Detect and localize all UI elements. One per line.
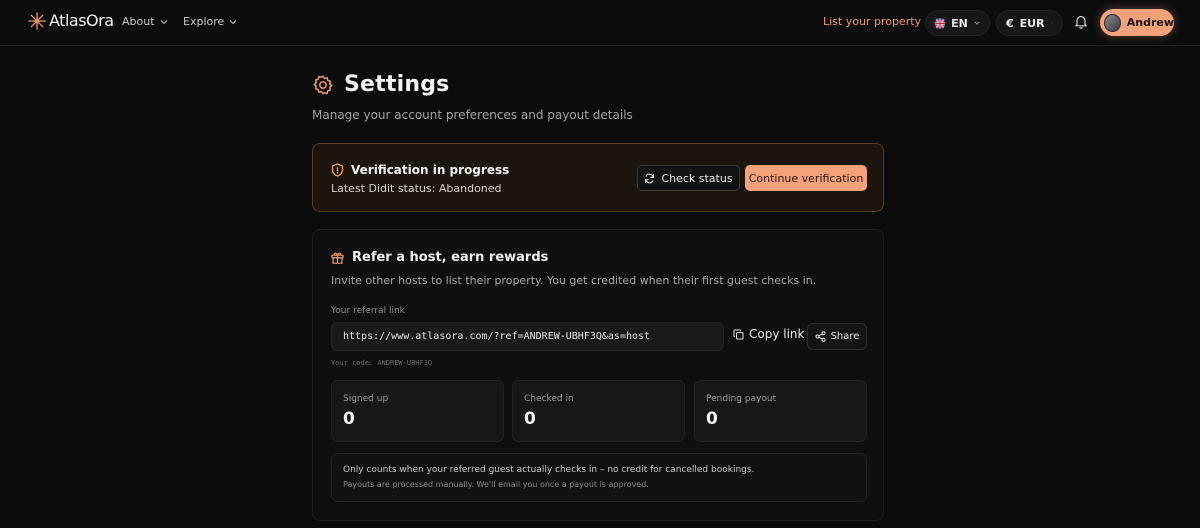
language-label: EN <box>951 16 968 30</box>
brand-name: AtlasOra <box>49 11 114 30</box>
shield-icon <box>331 163 344 177</box>
user-menu-button[interactable]: Andrew <box>1100 9 1174 36</box>
copy-link-button[interactable]: Copy link <box>733 327 804 341</box>
stat-pending-payout: Pending payout 0 <box>694 380 867 442</box>
nav-explore-label: Explore <box>183 15 225 28</box>
check-status-label: Check status <box>661 171 733 185</box>
stat-value: 0 <box>343 409 355 429</box>
referral-link-label: Your referral link <box>331 306 405 316</box>
brand-star-icon <box>28 11 46 30</box>
stat-label: Pending payout <box>706 394 777 404</box>
nav-about-label: About <box>122 15 155 28</box>
nav-explore[interactable]: Explore <box>183 15 237 28</box>
continue-verification-button[interactable]: Continue verification <box>745 165 867 191</box>
nav-about[interactable]: About <box>122 15 168 28</box>
currency-symbol: € <box>1006 16 1014 30</box>
page-header: Settings Manage your account preferences… <box>312 72 633 122</box>
uk-flag-icon <box>935 17 946 29</box>
stat-label: Signed up <box>343 394 389 404</box>
page-subtitle: Manage your account preferences and payo… <box>312 108 633 122</box>
stat-value: 0 <box>706 409 718 429</box>
stat-signed-up: Signed up 0 <box>331 380 504 442</box>
list-property-link[interactable]: List your property <box>823 15 921 28</box>
referral-link-field[interactable]: https://www.atlasora.com/?ref=ANDREW-UBH… <box>331 322 724 351</box>
chevron-down-icon <box>1050 22 1053 24</box>
stat-checked-in: Checked in 0 <box>512 380 685 442</box>
currency-selector[interactable]: € EUR <box>996 10 1063 36</box>
gear-icon <box>313 74 333 95</box>
check-status-button[interactable]: Check status <box>637 165 740 191</box>
refresh-icon <box>645 173 655 183</box>
chevron-down-icon <box>229 19 237 24</box>
stat-label: Checked in <box>524 394 574 404</box>
verification-title-row: Verification in progress <box>331 163 509 177</box>
page-title: Settings <box>344 72 450 97</box>
stat-value: 0 <box>524 409 536 429</box>
top-nav: AtlasOra About Explore List your propert… <box>0 0 1200 46</box>
brand-logo[interactable]: AtlasOra <box>28 11 114 30</box>
language-selector[interactable]: EN <box>925 10 990 36</box>
verification-status: Latest Didit status: Abandoned <box>331 182 502 195</box>
title-row: Settings <box>312 72 633 97</box>
chevron-down-icon <box>974 21 980 25</box>
share-button[interactable]: Share <box>807 323 867 350</box>
note-primary: Only counts when your referred guest act… <box>343 465 755 475</box>
verification-title: Verification in progress <box>351 163 510 177</box>
referral-title: Refer a host, earn rewards <box>352 250 549 265</box>
user-name: Andrew <box>1126 16 1174 29</box>
share-label: Share <box>830 331 860 342</box>
referral-note: Only counts when your referred guest act… <box>331 453 867 502</box>
referral-code: Your code: ANDREW-UBHF3Q <box>331 359 433 367</box>
referral-description: Invite other hosts to list their propert… <box>331 274 817 287</box>
verification-banner: Verification in progress Latest Didit st… <box>312 143 884 212</box>
copy-link-label: Copy link <box>749 327 805 341</box>
chevron-down-icon <box>160 19 167 24</box>
copy-icon <box>733 329 744 339</box>
bell-icon[interactable] <box>1074 14 1088 29</box>
gift-icon <box>331 252 344 264</box>
note-secondary: Payouts are processed manually. We'll em… <box>343 480 649 489</box>
avatar <box>1104 13 1121 32</box>
share-icon <box>815 331 826 342</box>
referral-card: Refer a host, earn rewards Invite other … <box>312 229 884 521</box>
currency-label: EUR <box>1019 16 1045 30</box>
referral-title-row: Refer a host, earn rewards <box>331 250 548 265</box>
